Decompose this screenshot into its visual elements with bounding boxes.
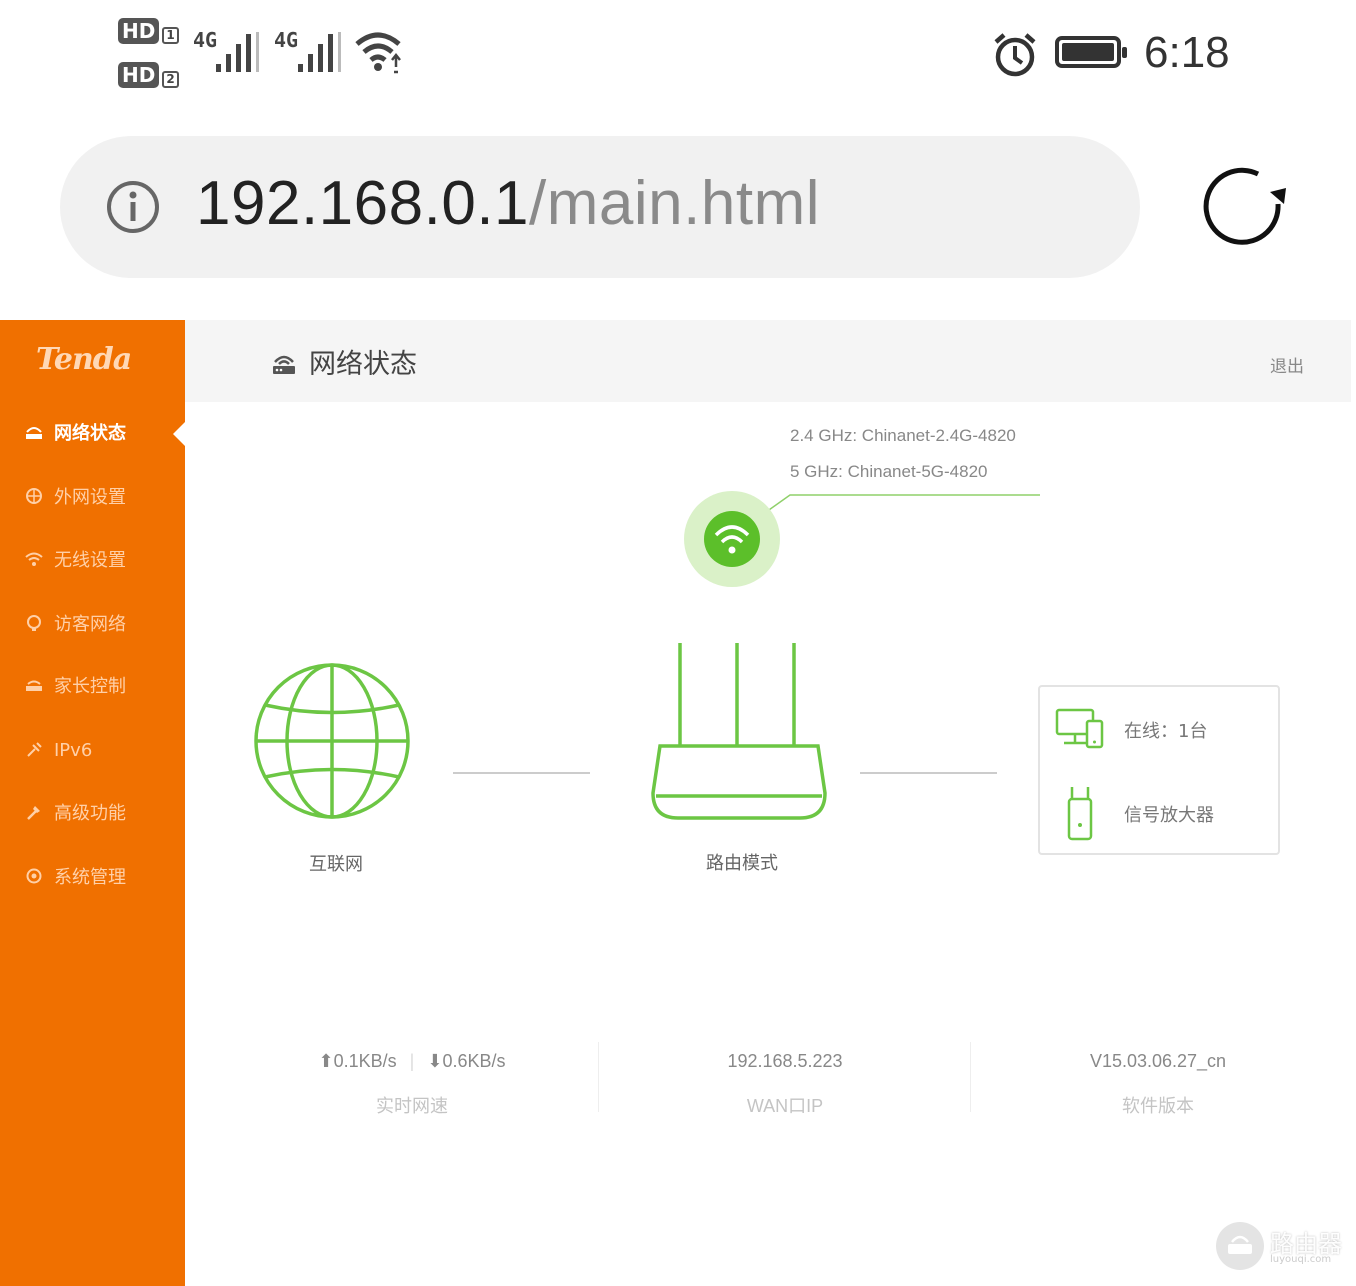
- address-bar[interactable]: 192.168.0.1/main.html: [60, 136, 1140, 278]
- wifi-status-icon: [684, 491, 780, 587]
- speed-label: 实时网速: [376, 1096, 448, 1116]
- sidebar-item-label: 高级功能: [54, 803, 126, 824]
- sidebar-item-network-status[interactable]: 网络状态: [0, 412, 185, 452]
- sidebar-item-wireless-settings[interactable]: 无线设置: [0, 539, 185, 579]
- sim-index: 1: [162, 27, 179, 44]
- wan-ip-label: WAN口IP: [746, 1096, 824, 1116]
- router-mode-label: 路由模式: [706, 853, 778, 874]
- internet-label: 互联网: [309, 854, 363, 875]
- tool-icon: [24, 802, 44, 822]
- url-text[interactable]: 192.168.0.1/main.html: [196, 168, 820, 239]
- logout-link[interactable]: 退出: [1270, 352, 1304, 377]
- brand-logo: Tenda: [36, 342, 132, 377]
- sim-index: 2: [162, 71, 179, 88]
- online-count: 在线：1台: [1124, 721, 1208, 742]
- realtime-speed: ⬆0.1KB/s | ⬇0.6KB/s: [310, 1051, 514, 1072]
- status-bar: HD 1 HD 2 4G 4G 6:18: [0, 0, 1356, 110]
- devices-icon: [1055, 708, 1104, 749]
- ipv6-icon: [24, 740, 44, 760]
- page-header: 网络状态 退出: [185, 320, 1351, 402]
- sim1-indicator: HD 1: [118, 18, 179, 44]
- guest-icon: [24, 613, 44, 633]
- firmware-version: V15.03.06.27_cn: [1089, 1051, 1227, 1071]
- sidebar-item-wan-settings[interactable]: 外网设置: [0, 476, 185, 516]
- watermark-logo-icon: [1216, 1222, 1264, 1270]
- sidebar-item-guest-network[interactable]: 访客网络: [0, 603, 185, 643]
- wifi-icon: [24, 549, 44, 569]
- info-icon[interactable]: [106, 180, 160, 234]
- sidebar-item-label: 网络状态: [54, 423, 126, 444]
- upload-arrow-icon: ⬆: [318, 1051, 334, 1071]
- globe-icon: [254, 663, 410, 819]
- sidebar-item-label: 家长控制: [54, 676, 126, 697]
- wan-ip-value: 192.168.5.223: [727, 1051, 843, 1071]
- clients-panel[interactable]: 在线：1台 信号放大器: [1038, 685, 1280, 855]
- watermark-url: luyouqi.com: [1270, 1254, 1332, 1265]
- clock: 6:18: [1144, 28, 1230, 77]
- stat-divider: [970, 1042, 971, 1112]
- hd-badge: HD: [118, 18, 160, 44]
- download-arrow-icon: ⬇: [427, 1051, 443, 1071]
- router-icon: [651, 643, 827, 820]
- sidebar-item-advanced[interactable]: 高级功能: [0, 792, 185, 832]
- parent-icon: [24, 675, 44, 695]
- sidebar: Tenda 网络状态 外网设置 无线设置 访客网络 家长控制 IPv6 高级功能…: [0, 320, 185, 1286]
- ssid-5ghz: 5 GHz: Chinanet-5G-4820: [790, 462, 988, 481]
- alarm-icon: [994, 33, 1036, 77]
- sidebar-item-label: IPv6: [54, 739, 93, 761]
- sidebar-item-label: 外网设置: [54, 487, 126, 508]
- battery-icon: [1055, 36, 1127, 68]
- reload-icon[interactable]: [1200, 162, 1292, 254]
- extender-icon: [1067, 787, 1093, 841]
- url-host: 192.168.0.1: [196, 169, 530, 238]
- firmware-label: 软件版本: [1122, 1096, 1194, 1116]
- watermark: 路由器 luyouqi.com: [1214, 1220, 1354, 1280]
- wifi-icon: [355, 32, 401, 74]
- globe-icon: [24, 486, 44, 506]
- router-icon: [273, 355, 295, 374]
- network-type-2: 4G: [274, 28, 299, 52]
- sidebar-item-label: 系统管理: [54, 867, 126, 888]
- sidebar-item-label: 访客网络: [54, 614, 126, 635]
- sim2-indicator: HD 2: [118, 62, 179, 88]
- page-title: 网络状态: [309, 349, 417, 380]
- active-indicator: [173, 422, 185, 446]
- router-icon: [24, 422, 44, 442]
- sidebar-item-parental-control[interactable]: 家长控制: [0, 665, 185, 705]
- sidebar-item-label: 无线设置: [54, 550, 126, 571]
- extender-label: 信号放大器: [1124, 805, 1214, 826]
- upload-speed: 0.1KB/s: [333, 1051, 397, 1071]
- speed-divider: |: [409, 1051, 415, 1071]
- signal-icon: [216, 32, 259, 72]
- hd-badge: HD: [118, 62, 160, 88]
- ssid-24ghz: 2.4 GHz: Chinanet-2.4G-4820: [790, 426, 1016, 445]
- sidebar-item-ipv6[interactable]: IPv6: [0, 730, 185, 770]
- download-speed: 0.6KB/s: [442, 1051, 506, 1071]
- ssid-pointer-line: [751, 494, 1040, 523]
- signal-icon: [298, 32, 341, 72]
- url-path: /main.html: [529, 169, 820, 238]
- stat-divider: [598, 1042, 599, 1112]
- gear-icon: [24, 866, 44, 886]
- sidebar-item-system[interactable]: 系统管理: [0, 856, 185, 896]
